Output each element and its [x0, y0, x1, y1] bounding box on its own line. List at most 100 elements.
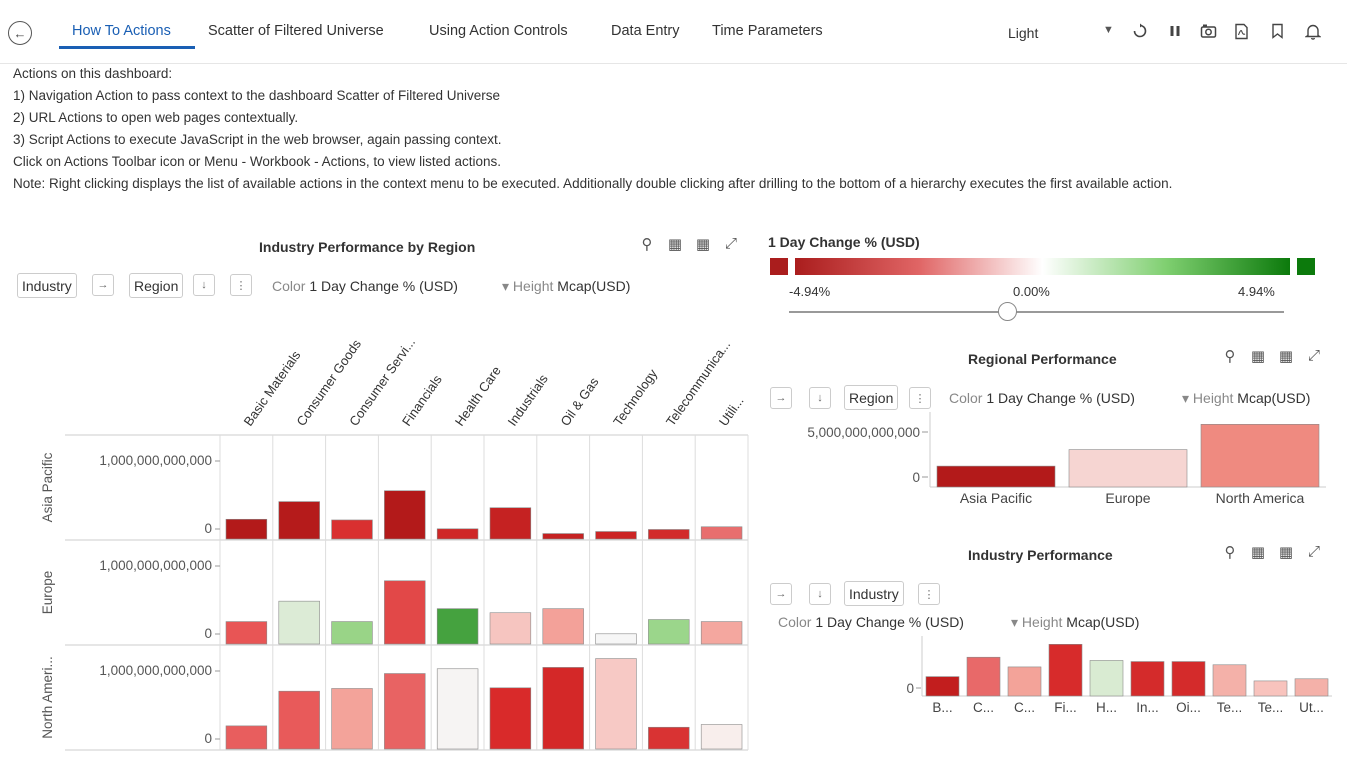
y-tick-label: 1,000,000,000,000 [99, 453, 212, 468]
expand-icon[interactable]: ⤢ [1305, 543, 1323, 561]
height-value: Mcap(USD) [1237, 390, 1311, 406]
range-slider-thumb[interactable] [998, 302, 1017, 321]
tab-scatter-of-filtered-universe[interactable]: Scatter of Filtered Universe [208, 23, 384, 39]
add-dimension-icon[interactable]: ⋮ [909, 387, 931, 409]
description-line: Note: Right clicking displays the list o… [13, 176, 1173, 191]
x-tick-label: Te... [1258, 700, 1284, 715]
table-view-icon[interactable]: ▦ [1277, 543, 1295, 561]
height-by-control[interactable]: ▾ Height Mcap(USD) [1011, 614, 1139, 631]
row-label: North Ameri... [40, 656, 55, 739]
color-by-control[interactable]: Color 1 Day Change % (USD) [272, 278, 458, 294]
y-tick-label: 1,000,000,000,000 [99, 663, 212, 678]
pdf-icon[interactable] [1232, 22, 1250, 40]
x-tick-label: Ut... [1299, 700, 1324, 715]
height-by-control[interactable]: ▾ Height Mcap(USD) [1182, 390, 1310, 407]
drill-right-icon[interactable]: → [770, 583, 792, 605]
excel-export-icon[interactable]: ▦ [1249, 543, 1267, 561]
industry-by-region-title: Industry Performance by Region [259, 239, 476, 255]
category-label: Basic Materials [241, 348, 304, 429]
bar [1212, 664, 1247, 697]
x-tick-label: Asia Pacific [960, 490, 1032, 506]
bar [700, 621, 743, 645]
drill-down-icon[interactable]: ↓ [809, 387, 831, 409]
excel-export-icon[interactable]: ▦ [666, 235, 684, 253]
color-by-control[interactable]: Color 1 Day Change % (USD) [778, 614, 964, 630]
search-icon[interactable]: ⚲ [1221, 543, 1239, 561]
pause-icon[interactable] [1166, 22, 1184, 40]
bar [1171, 661, 1206, 697]
x-tick-label: In... [1136, 700, 1159, 715]
industry-dimension-pill[interactable]: Industry [844, 581, 904, 606]
x-tick-label: C... [973, 700, 994, 715]
add-dimension-icon[interactable]: ⋮ [918, 583, 940, 605]
description-line: 2) URL Actions to open web pages context… [13, 110, 299, 125]
bookmark-icon[interactable] [1268, 22, 1286, 40]
add-dimension-icon[interactable]: ⋮ [230, 274, 252, 296]
bar [1048, 644, 1083, 697]
industry-by-region-chart: Basic MaterialsConsumer GoodsConsumer Se… [40, 335, 749, 751]
expand-icon[interactable]: ⤢ [1305, 347, 1323, 365]
bar [542, 608, 584, 645]
x-tick-label: Oi... [1176, 700, 1201, 715]
region-dimension-pill[interactable]: Region [844, 385, 899, 410]
region-dimension-pill[interactable]: Region [129, 273, 184, 298]
tab-data-entry[interactable]: Data Entry [611, 23, 680, 39]
excel-export-icon[interactable]: ▦ [1249, 347, 1267, 365]
regional-performance-tools: ⚲ ▦ ▦ ⤢ [1221, 347, 1323, 365]
bar [1294, 678, 1329, 697]
bar [700, 724, 743, 750]
x-tick-label: Te... [1217, 700, 1243, 715]
bar [436, 528, 479, 540]
chevron-down-icon[interactable]: ▼ [1103, 24, 1114, 36]
tab-how-to-actions[interactable]: How To Actions [72, 23, 171, 39]
industry-dimension-pill[interactable]: Industry [17, 273, 77, 298]
range-slider-track[interactable] [789, 311, 1284, 313]
bar [384, 673, 426, 750]
y-tick-label: 0 [912, 470, 920, 485]
scale-min-label: -4.94% [789, 284, 831, 299]
bar [648, 529, 690, 540]
table-view-icon[interactable]: ▦ [1277, 347, 1295, 365]
color-by-control[interactable]: Color 1 Day Change % (USD) [949, 390, 1135, 406]
y-tick-label: 0 [204, 521, 212, 536]
y-tick-label: 1,000,000,000,000 [99, 558, 212, 573]
tab-using-action-controls[interactable]: Using Action Controls [429, 23, 568, 39]
tab-time-parameters[interactable]: Time Parameters [712, 23, 823, 39]
bar [489, 612, 532, 645]
bell-icon[interactable] [1304, 22, 1322, 40]
x-tick-label: C... [1014, 700, 1035, 715]
bar [966, 656, 1001, 697]
drill-down-icon[interactable]: ↓ [809, 583, 831, 605]
category-label: Industrials [505, 371, 552, 429]
bar [700, 526, 743, 540]
active-tab-indicator [59, 46, 195, 49]
bar [1200, 424, 1320, 488]
x-tick-label: Europe [1105, 490, 1150, 506]
theme-dropdown[interactable]: Light [1008, 25, 1038, 41]
color-label: Color [778, 614, 812, 630]
search-icon[interactable]: ⚲ [638, 235, 656, 253]
table-view-icon[interactable]: ▦ [694, 235, 712, 253]
back-arrow-icon[interactable]: ← [8, 21, 32, 45]
expand-icon[interactable]: ⤢ [722, 235, 740, 253]
height-by-control[interactable]: ▾ Height Mcap(USD) [502, 278, 630, 295]
refresh-icon[interactable] [1131, 22, 1149, 40]
bar [595, 658, 637, 750]
description-line: 1) Navigation Action to pass context to … [13, 88, 501, 103]
description-line: 3) Script Actions to execute JavaScript … [13, 132, 502, 147]
chevron-down-icon: ▾ [1011, 614, 1019, 630]
bar [542, 667, 584, 750]
color-value: 1 Day Change % (USD) [309, 278, 458, 294]
bar [1089, 660, 1124, 697]
search-icon[interactable]: ⚲ [1221, 347, 1239, 365]
drill-down-icon[interactable]: ↓ [193, 274, 215, 296]
snapshot-icon[interactable] [1199, 22, 1217, 40]
drill-right-icon[interactable]: → [92, 274, 114, 296]
industry-by-region-tools: ⚲ ▦ ▦ ⤢ [638, 235, 740, 253]
bar [278, 600, 320, 645]
drill-right-icon[interactable]: → [770, 387, 792, 409]
bar [331, 688, 373, 750]
bar [225, 518, 268, 540]
row-label: Asia Pacific [40, 452, 55, 522]
color-label: Color [272, 278, 306, 294]
